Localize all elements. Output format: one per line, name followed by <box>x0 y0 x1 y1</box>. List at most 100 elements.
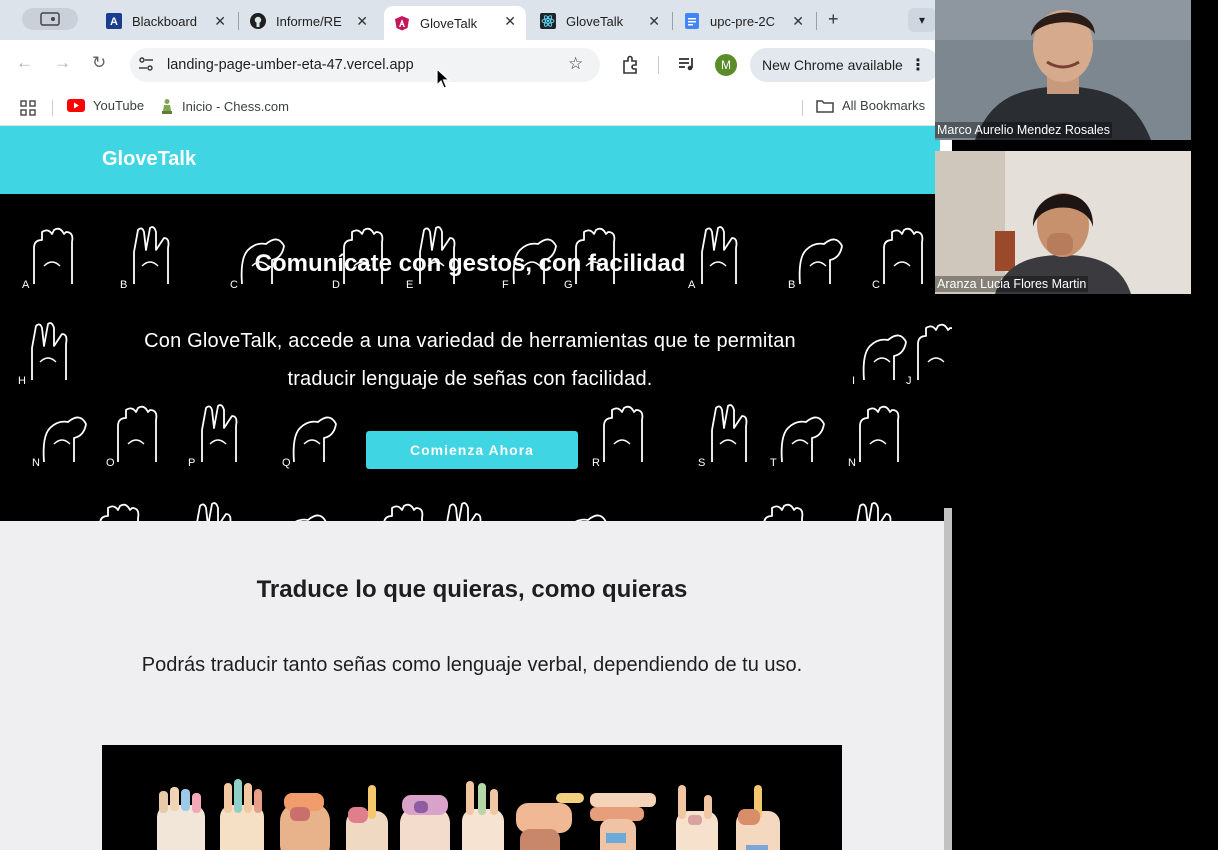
tab-label: GloveTalk <box>566 13 624 29</box>
participant-name: Aranza Lucia Flores Martin <box>935 276 1089 292</box>
hand-doodle: T <box>770 416 825 469</box>
svg-text:A: A <box>110 16 118 28</box>
sign-letter-label: C <box>872 279 880 291</box>
url-text[interactable]: landing-page-umber-eta-47.vercel.app <box>167 57 414 73</box>
hand-doodle: S <box>698 404 748 469</box>
close-icon[interactable]: ✕ <box>356 13 368 30</box>
hand-doodle: P <box>188 404 238 469</box>
extensions-icon[interactable] <box>621 55 640 74</box>
reload-icon[interactable]: ↻ <box>92 53 106 73</box>
update-chrome-button[interactable]: New Chrome available ⋮ <box>750 48 940 82</box>
sign-letter-label: O <box>106 457 115 469</box>
hero-description: Con GloveTalk, accede a una variedad de … <box>144 330 796 390</box>
sign-letter-label: J <box>906 375 912 387</box>
tab-glovetalk-active[interactable]: GloveTalk ✕ <box>384 6 526 40</box>
close-icon[interactable]: ✕ <box>648 13 660 30</box>
tab-label: upc-pre-2C <box>710 13 776 29</box>
star-icon[interactable]: ☆ <box>568 54 583 74</box>
tab-informe[interactable]: Informe/RE ✕ <box>240 6 378 36</box>
tab-label: Informe/RE <box>276 13 342 29</box>
sign-letter-label: H <box>18 375 26 387</box>
toolbar-divider <box>658 56 659 74</box>
new-tab-button[interactable]: + <box>828 9 839 30</box>
sign-letter-label: T <box>770 457 777 469</box>
screen: A Blackboard ✕ Informe/RE ✕ GloveTalk ✕ … <box>0 0 1218 850</box>
back-arrow-icon[interactable]: ← <box>16 53 33 73</box>
angular-icon <box>394 15 410 31</box>
bookmark-chess[interactable]: Inicio - Chess.com <box>160 98 289 114</box>
tab-groups-icon <box>40 12 60 26</box>
close-icon[interactable]: ✕ <box>792 13 804 30</box>
tab-glovetalk-react[interactable]: GloveTalk ✕ <box>530 6 670 36</box>
all-bookmarks[interactable]: All Bookmarks <box>816 98 925 113</box>
sign-letter-label: A <box>22 279 30 291</box>
tab-search-button[interactable] <box>22 8 78 30</box>
sign-letter-label: N <box>32 457 40 469</box>
participant-video-feed <box>935 151 1191 294</box>
bookmark-label: Inicio - Chess.com <box>182 98 289 114</box>
site-navbar: GloveTalk <box>0 126 940 194</box>
sign-letter-label: C <box>230 279 238 291</box>
tab-upc-doc[interactable]: upc-pre-2C ✕ <box>674 6 814 36</box>
sign-letter-label: I <box>852 375 855 387</box>
hand-doodle <box>196 502 232 521</box>
bookmark-youtube[interactable]: YouTube <box>67 98 144 113</box>
sign-letter-label: S <box>698 457 705 469</box>
update-chrome-label: New Chrome available <box>762 57 903 73</box>
tab-divider <box>816 12 817 30</box>
sign-letter-label: E <box>406 279 413 291</box>
sign-letter-label: A <box>688 279 696 291</box>
sign-letter-label: B <box>788 279 795 291</box>
profile-avatar[interactable]: M <box>715 54 737 76</box>
media-queue-icon[interactable] <box>678 55 696 73</box>
blackboard-icon: A <box>106 13 122 29</box>
participant-video-feed <box>935 0 1191 140</box>
hand-doodle <box>446 502 482 521</box>
site-settings-icon[interactable] <box>138 56 154 72</box>
web-page: GloveTalk A B C D E F G A B C H I J N O P Q R S T N Comuníca… <box>0 126 952 850</box>
sign-letter-label: G <box>564 279 573 291</box>
hand-doodle: J <box>906 323 952 387</box>
bookmarks-bar: YouTube Inicio - Chess.com All Bookmarks <box>0 90 952 126</box>
participant-video-1: Marco Aurelio Mendez Rosales <box>935 0 1191 140</box>
site-brand[interactable]: GloveTalk <box>102 148 196 171</box>
chevron-down-icon[interactable]: ▾ <box>908 8 936 32</box>
start-now-button[interactable]: Comienza Ahora <box>366 431 578 469</box>
bookmark-divider <box>52 100 53 116</box>
close-icon[interactable]: ✕ <box>504 13 516 30</box>
forward-arrow-icon[interactable]: → <box>54 53 71 73</box>
chess-icon <box>160 98 174 114</box>
tab-blackboard[interactable]: A Blackboard ✕ <box>96 6 236 36</box>
browser-toolbar: ← → ↻ landing-page-umber-eta-47.vercel.a… <box>0 40 952 90</box>
youtube-icon <box>67 99 85 112</box>
translate-section: Traduce lo que quieras, como quieras Pod… <box>0 521 944 850</box>
apps-grid-icon[interactable] <box>20 100 36 116</box>
hand-doodle: Q <box>282 416 337 469</box>
hand-doodle: N <box>848 405 900 469</box>
participant-video-2: Aranza Lucia Flores Martin <box>935 151 1191 294</box>
docs-icon <box>684 13 700 29</box>
hand-doodle: H <box>18 322 68 387</box>
hand-doodle <box>99 503 140 521</box>
sign-letter-label: D <box>332 279 340 291</box>
hand-doodle <box>763 503 804 521</box>
address-bar[interactable]: landing-page-umber-eta-47.vercel.app ☆ <box>130 48 600 82</box>
github-icon <box>250 13 266 29</box>
sign-letter-label: R <box>592 457 600 469</box>
sign-letter-label: Q <box>282 457 291 469</box>
hand-doodle: N <box>32 416 87 469</box>
section-title: Traduce lo que quieras, como quieras <box>256 576 688 603</box>
tab-label: GloveTalk <box>420 15 478 31</box>
tab-label: Blackboard <box>132 13 198 29</box>
all-bookmarks-label: All Bookmarks <box>842 98 926 113</box>
hand-doodle <box>856 502 892 521</box>
tab-divider <box>238 12 239 30</box>
hero-section: A B C D E F G A B C H I J N O P Q R S T N Comunícate con ges… <box>0 194 952 521</box>
close-icon[interactable]: ✕ <box>214 13 226 30</box>
sign-letter-label: P <box>188 457 195 469</box>
page-scrollbar[interactable] <box>944 508 952 850</box>
more-vert-icon[interactable]: ⋮ <box>910 55 926 75</box>
tab-divider <box>672 12 673 30</box>
bookmark-divider <box>802 100 803 116</box>
bookmark-label: YouTube <box>93 98 145 113</box>
